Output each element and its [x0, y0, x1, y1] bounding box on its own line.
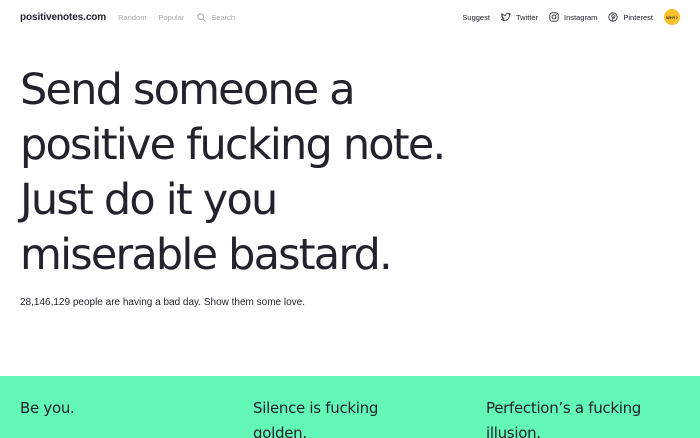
hero-heading-line: Send someone a	[20, 65, 356, 115]
suggest-link[interactable]: Suggest	[462, 13, 490, 22]
notes-grid: Be you. Silence is fucking golden. Perfe…	[0, 376, 700, 438]
why-button[interactable]: WHY?	[664, 9, 680, 25]
instagram-icon	[549, 12, 559, 22]
twitter-link[interactable]: Twitter	[500, 12, 539, 22]
pinterest-link[interactable]: Pinterest	[608, 12, 653, 22]
hero-heading-line: miserable bastard.	[20, 230, 393, 280]
site-logo[interactable]: positivenotes.com	[20, 12, 106, 23]
note-card[interactable]: Be you.	[20, 396, 220, 421]
hero: Send someone a positive fucking note. Ju…	[20, 63, 540, 283]
nav-right: Suggest Twitter Instagram Pinterest WHY?	[451, 9, 680, 25]
nav-link-random[interactable]: Random	[118, 13, 146, 22]
search-icon	[197, 12, 207, 22]
note-card[interactable]: Silence is fucking golden.	[253, 396, 413, 438]
nav-link-popular[interactable]: Popular	[158, 13, 184, 22]
twitter-icon	[500, 12, 511, 21]
instagram-link[interactable]: Instagram	[549, 12, 597, 22]
bad-day-counter: 28,146,129 people are having a bad day. …	[20, 297, 306, 308]
top-nav: positivenotes.com Random Popular Search …	[0, 0, 700, 34]
search-input[interactable]: Search	[197, 13, 235, 22]
pinterest-label: Pinterest	[623, 12, 653, 22]
instagram-label: Instagram	[564, 12, 598, 22]
search-placeholder: Search	[211, 12, 236, 22]
hero-heading-line: Just do it you	[20, 175, 278, 225]
hero-heading-line: positive fucking note.	[20, 120, 446, 170]
pinterest-icon	[608, 12, 618, 22]
note-card[interactable]: Perfection’s a fucking illusion.	[486, 396, 676, 438]
hero-heading: Send someone a positive fucking note. Ju…	[20, 63, 540, 283]
twitter-label: Twitter	[515, 12, 539, 22]
suggest-label: Suggest	[462, 12, 490, 22]
